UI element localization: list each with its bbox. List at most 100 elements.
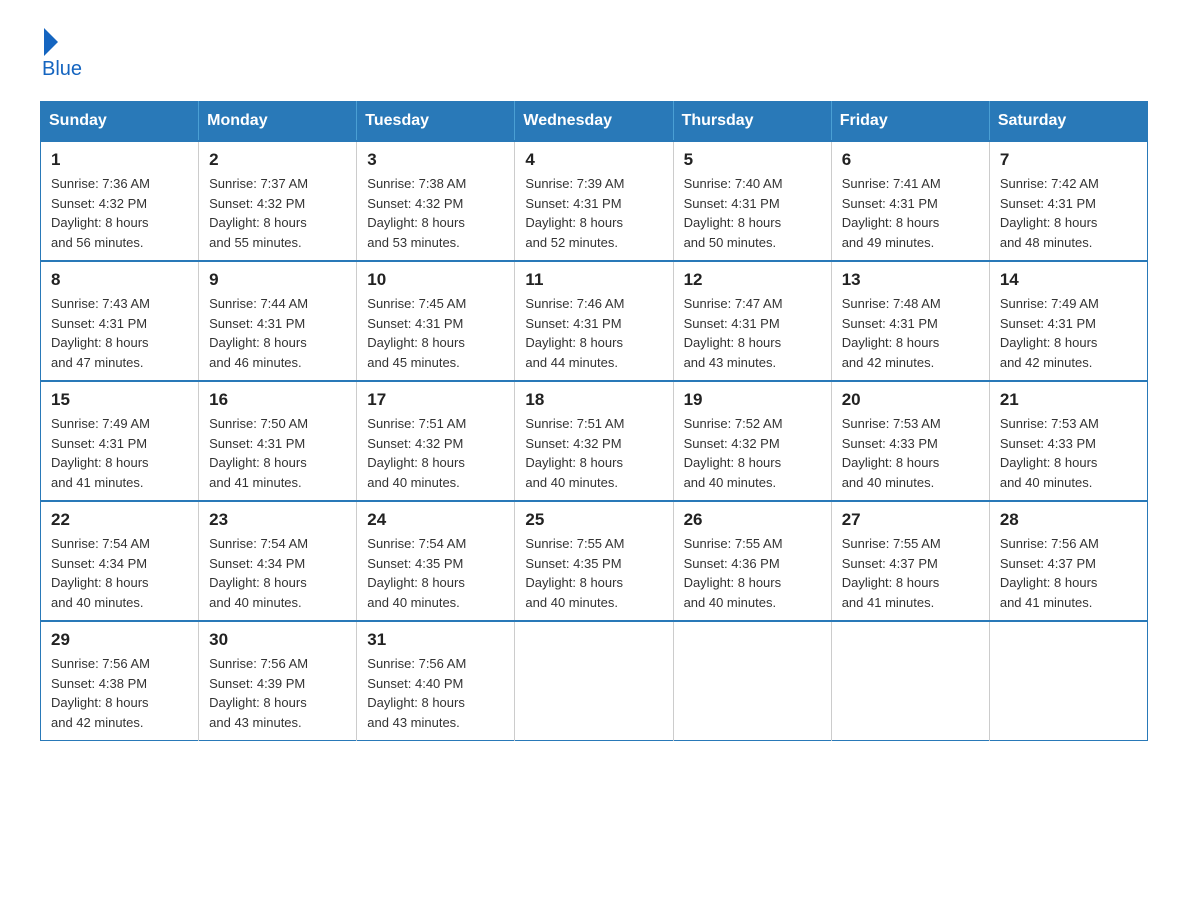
day-number: 1 <box>51 150 188 170</box>
day-number: 21 <box>1000 390 1137 410</box>
day-info: Sunrise: 7:43 AMSunset: 4:31 PMDaylight:… <box>51 294 188 372</box>
day-info: Sunrise: 7:52 AMSunset: 4:32 PMDaylight:… <box>684 414 821 492</box>
calendar-cell: 25 Sunrise: 7:55 AMSunset: 4:35 PMDayligh… <box>515 501 673 621</box>
day-number: 24 <box>367 510 504 530</box>
calendar-cell: 11 Sunrise: 7:46 AMSunset: 4:31 PMDayligh… <box>515 261 673 381</box>
calendar-cell: 28Sunrise: 7:56 AMSunset: 4:37 PMDayligh… <box>989 501 1147 621</box>
calendar-week-row: 29 Sunrise: 7:56 AMSunset: 4:38 PMDayligh… <box>41 621 1148 741</box>
logo-subtitle: Blue <box>42 58 82 81</box>
day-number: 25 <box>525 510 662 530</box>
calendar-cell: 3 Sunrise: 7:38 AMSunset: 4:32 PMDaylight… <box>357 141 515 261</box>
day-info: Sunrise: 7:49 AMSunset: 4:31 PMDaylight:… <box>1000 294 1137 372</box>
calendar-cell: 6 Sunrise: 7:41 AMSunset: 4:31 PMDaylight… <box>831 141 989 261</box>
day-number: 2 <box>209 150 346 170</box>
day-info: Sunrise: 7:36 AMSunset: 4:32 PMDaylight:… <box>51 174 188 252</box>
calendar-cell: 2 Sunrise: 7:37 AMSunset: 4:32 PMDaylight… <box>199 141 357 261</box>
day-number: 22 <box>51 510 188 530</box>
calendar-cell: 16 Sunrise: 7:50 AMSunset: 4:31 PMDayligh… <box>199 381 357 501</box>
day-info: Sunrise: 7:55 AMSunset: 4:37 PMDaylight:… <box>842 534 979 612</box>
day-of-week-header: Friday <box>831 102 989 142</box>
day-number: 5 <box>684 150 821 170</box>
logo-triangle-icon <box>44 28 58 56</box>
day-info: Sunrise: 7:45 AMSunset: 4:31 PMDaylight:… <box>367 294 504 372</box>
calendar-cell: 7Sunrise: 7:42 AMSunset: 4:31 PMDaylight… <box>989 141 1147 261</box>
day-info: Sunrise: 7:53 AMSunset: 4:33 PMDaylight:… <box>842 414 979 492</box>
calendar-table: SundayMondayTuesdayWednesdayThursdayFrid… <box>40 101 1148 741</box>
calendar-cell: 13 Sunrise: 7:48 AMSunset: 4:31 PMDayligh… <box>831 261 989 381</box>
day-info: Sunrise: 7:51 AMSunset: 4:32 PMDaylight:… <box>367 414 504 492</box>
day-number: 31 <box>367 630 504 650</box>
day-info: Sunrise: 7:55 AMSunset: 4:35 PMDaylight:… <box>525 534 662 612</box>
calendar-cell: 22Sunrise: 7:54 AMSunset: 4:34 PMDayligh… <box>41 501 199 621</box>
day-info: Sunrise: 7:41 AMSunset: 4:31 PMDaylight:… <box>842 174 979 252</box>
day-info: Sunrise: 7:56 AMSunset: 4:39 PMDaylight:… <box>209 654 346 732</box>
calendar-cell: 12 Sunrise: 7:47 AMSunset: 4:31 PMDayligh… <box>673 261 831 381</box>
day-of-week-header: Thursday <box>673 102 831 142</box>
calendar-cell: 15 Sunrise: 7:49 AMSunset: 4:31 PMDayligh… <box>41 381 199 501</box>
day-number: 10 <box>367 270 504 290</box>
day-info: Sunrise: 7:53 AMSunset: 4:33 PMDaylight:… <box>1000 414 1137 492</box>
day-number: 28 <box>1000 510 1137 530</box>
calendar-cell: 23 Sunrise: 7:54 AMSunset: 4:34 PMDayligh… <box>199 501 357 621</box>
day-of-week-header: Sunday <box>41 102 199 142</box>
calendar-cell: 30 Sunrise: 7:56 AMSunset: 4:39 PMDayligh… <box>199 621 357 741</box>
calendar-cell: 5 Sunrise: 7:40 AMSunset: 4:31 PMDaylight… <box>673 141 831 261</box>
day-number: 16 <box>209 390 346 410</box>
calendar-week-row: 8Sunrise: 7:43 AMSunset: 4:31 PMDaylight… <box>41 261 1148 381</box>
day-number: 15 <box>51 390 188 410</box>
calendar-cell: 4 Sunrise: 7:39 AMSunset: 4:31 PMDaylight… <box>515 141 673 261</box>
calendar-cell: 20Sunrise: 7:53 AMSunset: 4:33 PMDayligh… <box>831 381 989 501</box>
calendar-cell: 18 Sunrise: 7:51 AMSunset: 4:32 PMDayligh… <box>515 381 673 501</box>
day-info: Sunrise: 7:48 AMSunset: 4:31 PMDaylight:… <box>842 294 979 372</box>
day-number: 29 <box>51 630 188 650</box>
calendar-cell <box>673 621 831 741</box>
day-number: 19 <box>684 390 821 410</box>
day-number: 9 <box>209 270 346 290</box>
day-number: 4 <box>525 150 662 170</box>
calendar-week-row: 22 Sunrise: 7:54 AMSunset: 4:34 PMDayligh… <box>41 501 1148 621</box>
day-number: 12 <box>684 270 821 290</box>
day-number: 27 <box>842 510 979 530</box>
calendar-cell <box>989 621 1147 741</box>
calendar-cell: 27 Sunrise: 7:55 AMSunset: 4:37 PMDayligh… <box>831 501 989 621</box>
calendar-cell: 10 Sunrise: 7:45 AMSunset: 4:31 PMDayligh… <box>357 261 515 381</box>
day-info: Sunrise: 7:50 AMSunset: 4:31 PMDaylight:… <box>209 414 346 492</box>
day-info: Sunrise: 7:51 AMSunset: 4:32 PMDaylight:… <box>525 414 662 492</box>
day-info: Sunrise: 7:39 AMSunset: 4:31 PMDaylight:… <box>525 174 662 252</box>
day-info: Sunrise: 7:42 AMSunset: 4:31 PMDaylight:… <box>1000 174 1137 252</box>
calendar-cell <box>515 621 673 741</box>
logo: Blue <box>40 30 82 81</box>
calendar-cell: 31 Sunrise: 7:56 AMSunset: 4:40 PMDayligh… <box>357 621 515 741</box>
day-number: 11 <box>525 270 662 290</box>
day-info: Sunrise: 7:49 AMSunset: 4:31 PMDaylight:… <box>51 414 188 492</box>
calendar-cell: 24Sunrise: 7:54 AMSunset: 4:35 PMDayligh… <box>357 501 515 621</box>
calendar-cell: 26Sunrise: 7:55 AMSunset: 4:36 PMDayligh… <box>673 501 831 621</box>
day-info: Sunrise: 7:47 AMSunset: 4:31 PMDaylight:… <box>684 294 821 372</box>
day-of-week-header: Monday <box>199 102 357 142</box>
calendar-cell: 17 Sunrise: 7:51 AMSunset: 4:32 PMDayligh… <box>357 381 515 501</box>
calendar-header-row: SundayMondayTuesdayWednesdayThursdayFrid… <box>41 102 1148 142</box>
day-of-week-header: Tuesday <box>357 102 515 142</box>
day-number: 23 <box>209 510 346 530</box>
day-info: Sunrise: 7:54 AMSunset: 4:34 PMDaylight:… <box>209 534 346 612</box>
day-number: 17 <box>367 390 504 410</box>
page-header: Blue <box>40 30 1148 81</box>
day-number: 30 <box>209 630 346 650</box>
calendar-cell: 21 Sunrise: 7:53 AMSunset: 4:33 PMDayligh… <box>989 381 1147 501</box>
day-info: Sunrise: 7:37 AMSunset: 4:32 PMDaylight:… <box>209 174 346 252</box>
calendar-cell: 1 Sunrise: 7:36 AMSunset: 4:32 PMDaylight… <box>41 141 199 261</box>
day-info: Sunrise: 7:46 AMSunset: 4:31 PMDaylight:… <box>525 294 662 372</box>
day-info: Sunrise: 7:56 AMSunset: 4:40 PMDaylight:… <box>367 654 504 732</box>
calendar-week-row: 15 Sunrise: 7:49 AMSunset: 4:31 PMDayligh… <box>41 381 1148 501</box>
day-number: 13 <box>842 270 979 290</box>
day-number: 3 <box>367 150 504 170</box>
calendar-cell <box>831 621 989 741</box>
day-number: 6 <box>842 150 979 170</box>
day-info: Sunrise: 7:56 AMSunset: 4:38 PMDaylight:… <box>51 654 188 732</box>
day-info: Sunrise: 7:40 AMSunset: 4:31 PMDaylight:… <box>684 174 821 252</box>
day-number: 18 <box>525 390 662 410</box>
day-info: Sunrise: 7:44 AMSunset: 4:31 PMDaylight:… <box>209 294 346 372</box>
day-info: Sunrise: 7:38 AMSunset: 4:32 PMDaylight:… <box>367 174 504 252</box>
day-number: 14 <box>1000 270 1137 290</box>
day-number: 26 <box>684 510 821 530</box>
